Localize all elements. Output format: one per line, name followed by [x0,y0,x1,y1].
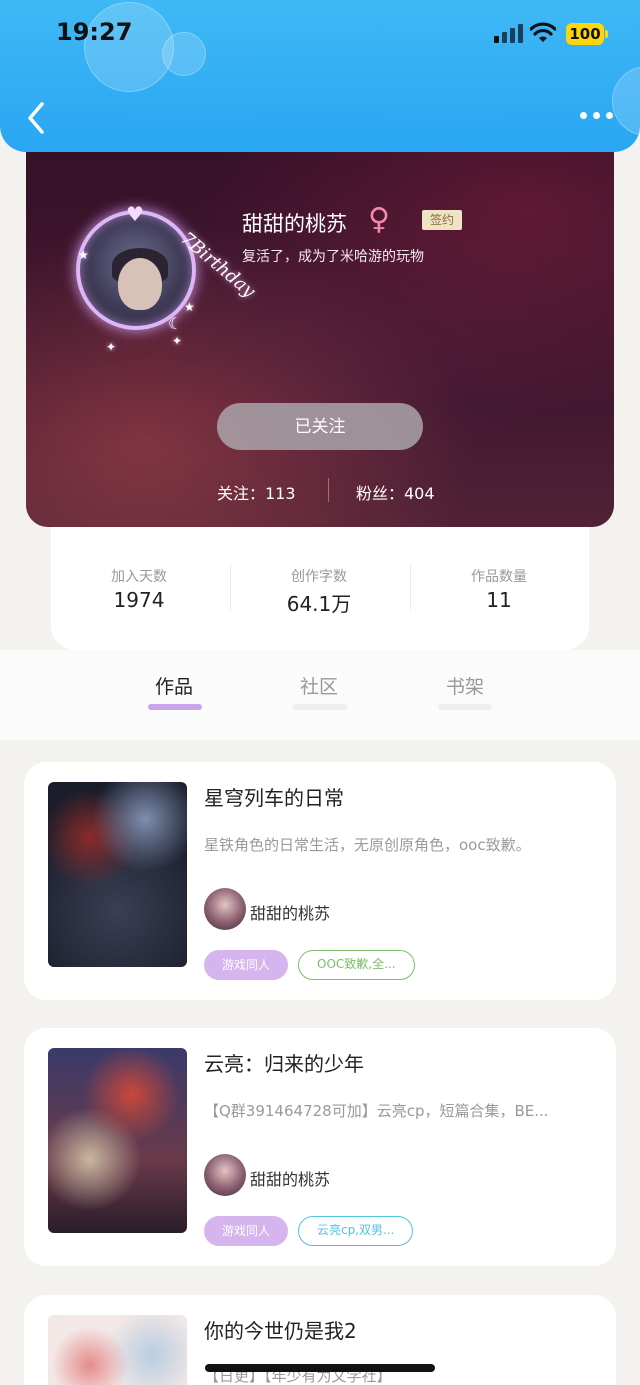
stat-works-count: 作品数量 11 [424,566,574,612]
moon-icon: ☾ [168,314,183,333]
tab-bookshelf[interactable]: 书架 [425,672,505,699]
more-dots-icon [580,112,587,119]
tab-indicator [438,704,492,710]
genre-tag[interactable]: 游戏同人 [204,1216,288,1246]
author-name: 甜甜的桃苏 [250,904,331,923]
book-title: 云亮：归来的少年 [204,1052,364,1076]
fans-count[interactable]: 粉丝：404 [356,480,435,504]
divider [328,478,329,502]
tab-bar: 作品 社区 书架 [0,650,640,740]
decorative-bubble [612,66,640,136]
genre-tag[interactable]: 游戏同人 [204,950,288,980]
tab-works[interactable]: 作品 [134,672,214,699]
book-title: 星穹列车的日常 [204,786,344,810]
star-icon: ✦ [106,340,117,354]
back-button[interactable] [22,98,52,138]
book-cover[interactable] [48,1315,187,1385]
stat-join-days: 加入天数 1974 [64,566,214,612]
profile-banner: ♥ ★ ★ ✦ ✦ ☾ 7Birthday 甜甜的桃苏 ♀ 签约 复活了，成为了… [26,130,614,527]
stat-label: 创作字数 [291,569,347,585]
home-indicator[interactable] [205,1364,435,1372]
stat-value: 11 [486,588,512,612]
author-avatar [204,888,246,930]
star-icon: ★ [78,248,89,262]
divider [230,564,231,610]
book-cover[interactable] [48,1048,187,1233]
stat-value: 64.1万 [286,592,352,616]
author-name: 甜甜的桃苏 [250,1170,331,1189]
stats-card: 加入天数 1974 创作字数 64.1万 作品数量 11 [51,520,589,650]
star-icon: ★ [184,300,195,314]
content-tag[interactable]: OOC致歉,全... [298,950,415,980]
active-tab-indicator [148,704,202,710]
top-header: 19:27 100 [0,0,640,152]
stat-value: 1974 [113,588,165,612]
decorative-bubble [84,2,174,92]
author-avatar [204,1154,246,1196]
stat-label: 加入天数 [111,569,167,585]
user-bio: 复活了，成为了米哈游的玩物 [242,249,424,265]
stat-word-count: 创作字数 64.1万 [244,566,394,617]
stat-label: 作品数量 [471,569,527,585]
content-tag[interactable]: 云亮cp,双男... [298,1216,414,1246]
divider [410,564,411,610]
status-time: 19:27 [56,18,133,46]
username: 甜甜的桃苏 [242,212,347,236]
cellular-signal-icon [494,24,523,43]
book-card[interactable]: 星穹列车的日常 星铁角色的日常生活，无原创原角色，ooc致歉。 甜甜的桃苏 游戏… [24,762,616,1000]
wifi-icon [530,22,556,42]
signed-badge: 签约 [422,210,462,230]
star-icon: ✦ [172,334,183,348]
heart-icon: ♥ [126,202,144,226]
chevron-left-icon [28,102,44,134]
book-description: 【Q群391464728可加】云亮cp，短篇合集，BE... [204,1102,549,1120]
battery-icon: 100 [566,23,608,45]
book-title: 你的今世仍是我2 [204,1319,357,1343]
follow-button[interactable]: 已关注 [217,403,423,450]
book-cover[interactable] [48,782,187,967]
book-card[interactable]: 云亮：归来的少年 【Q群391464728可加】云亮cp，短篇合集，BE... … [24,1028,616,1266]
tab-community[interactable]: 社区 [279,672,359,699]
tab-indicator [293,704,347,710]
avatar[interactable]: ♥ ★ ★ ✦ ✦ ☾ 7Birthday [76,190,259,354]
following-count[interactable]: 关注：113 [217,480,296,504]
book-description: 星铁角色的日常生活，无原创原角色，ooc致歉。 [204,836,531,854]
decorative-bubble [162,32,206,76]
more-options-button[interactable] [576,108,617,123]
female-icon: ♀ [368,202,390,237]
